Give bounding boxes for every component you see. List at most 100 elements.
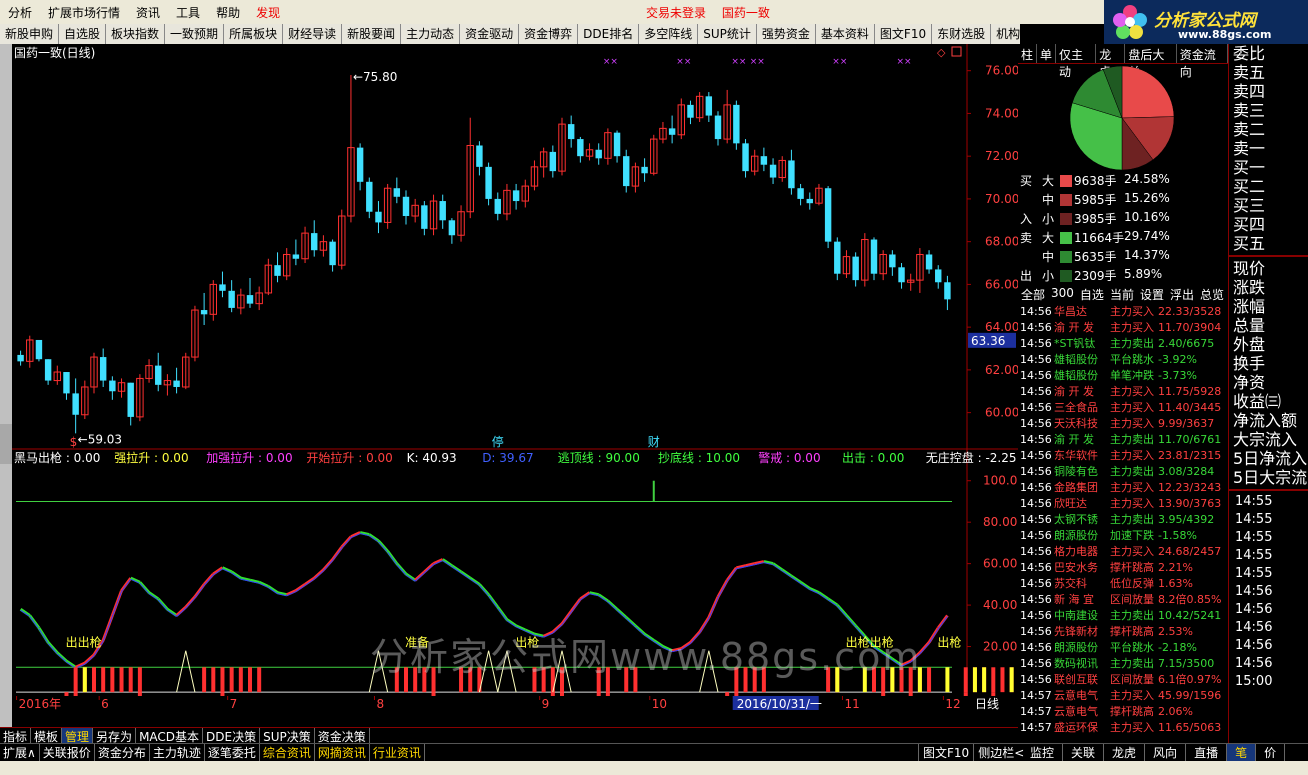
toolbar-button-6[interactable]: 新股要闻 [342, 24, 402, 44]
formula-tab-6[interactable]: SUP决策 [260, 728, 315, 744]
toolbar-button-17[interactable]: 机构席位 [991, 24, 1020, 44]
menu-news[interactable]: 资讯 [128, 4, 168, 21]
trade-row[interactable]: 14:56 三全食品 主力买入 11.40/3445 [1018, 400, 1228, 416]
formula-tab-3[interactable]: 另存为 [93, 728, 137, 744]
event-marker-1[interactable]: 停 [492, 434, 504, 449]
link-right-0[interactable]: 图文F10 [918, 744, 973, 761]
toolbar-button-14[interactable]: 基本资料 [816, 24, 875, 44]
trade-filter-2[interactable]: 自选 [1077, 286, 1107, 304]
formula-tab-7[interactable]: 资金决策 [315, 728, 370, 744]
trade-row[interactable]: 14:56 雄韬股份 平台跳水 -3.92% [1018, 352, 1228, 368]
link-tab-4[interactable]: 逐笔委托 [205, 744, 260, 761]
menu-tools[interactable]: 工具 [168, 4, 208, 21]
trade-row[interactable]: 14:56 数码视讯 主力卖出 7.15/3500 [1018, 656, 1228, 672]
formula-tab-1[interactable]: 模板 [31, 728, 63, 744]
trade-row[interactable]: 14:56 *ST钒钛 主力卖出 2.40/6675 [1018, 336, 1228, 352]
monitor-tab-6[interactable]: 价 [1256, 744, 1286, 761]
fund-tab-4[interactable]: 盘后大单 [1125, 44, 1177, 79]
trade-row[interactable]: 14:56 先锋新材 撑杆跳高 2.53% [1018, 624, 1228, 640]
toolbar-button-15[interactable]: 图文F10 [875, 24, 933, 44]
chart-option-icon[interactable]: ◇ [937, 46, 946, 59]
monitor-tab-0[interactable]: 监控 [1022, 744, 1064, 761]
toolbar-button-0[interactable]: 新股申购 [0, 24, 60, 44]
link-tab-1[interactable]: 关联报价 [40, 744, 95, 761]
toolbar-button-16[interactable]: 东财选股 [932, 24, 992, 44]
trade-row[interactable]: 14:56 联创互联 区间放量 6.1倍0.97% [1018, 672, 1228, 688]
trade-row[interactable]: 14:56 朗源股份 平台跳水 -2.18% [1018, 640, 1228, 656]
monitor-tab-4[interactable]: 直播 [1186, 744, 1228, 761]
link-tab-2[interactable]: 资金分布 [95, 744, 150, 761]
info-mine-marker[interactable]: ×× [750, 57, 765, 67]
trade-row[interactable]: 14:56 渝 开 发 主力买入 11.75/5928 [1018, 384, 1228, 400]
menu-ext-market[interactable]: 扩展市场行情 [40, 4, 128, 21]
fund-tab-1[interactable]: 单 [1037, 44, 1057, 63]
trade-row[interactable]: 14:57 云意电气 主力买入 45.99/1596 [1018, 688, 1228, 704]
trade-row[interactable]: 14:56 中南建设 主力卖出 10.42/5241 [1018, 608, 1228, 624]
toolbar-button-1[interactable]: 自选股 [59, 24, 107, 44]
event-marker-0[interactable]: $ [70, 435, 78, 449]
link-tab-3[interactable]: 主力轨迹 [150, 744, 205, 761]
event-marker-2[interactable]: 财 [648, 435, 660, 449]
left-scrollbar[interactable] [0, 44, 12, 744]
info-mine-marker[interactable]: ×× [731, 57, 746, 67]
trade-row[interactable]: 14:57 云意电气 撑杆跳高 2.06% [1018, 704, 1228, 720]
link-tab-7[interactable]: 行业资讯 [370, 744, 425, 761]
trade-row[interactable]: 14:56 金路集团 主力买入 12.23/3243 [1018, 480, 1228, 496]
info-mine-marker[interactable]: ×× [676, 57, 691, 67]
menu-help[interactable]: 帮助 [208, 4, 248, 21]
toolbar-button-7[interactable]: 主力动态 [401, 24, 461, 44]
stock-chart[interactable]: 国药一致(日线)76.0074.0072.0070.0068.0066.0064… [12, 44, 1170, 725]
formula-tab-2[interactable]: 管理 [62, 728, 94, 744]
toolbar-button-5[interactable]: 财经导读 [283, 24, 343, 44]
menu-discover[interactable]: 发现 [248, 4, 288, 21]
chart-area[interactable]: 国药一致(日线) 76.00 74.00 72.00 70.00 68.00 66.00 64… [12, 44, 1170, 725]
trade-filter-6[interactable]: 总览 [1197, 286, 1227, 304]
info-mine-marker[interactable]: ×× [832, 57, 847, 67]
toolbar-button-10[interactable]: DDE排名 [578, 24, 640, 44]
info-mine-marker[interactable]: ×× [897, 57, 912, 67]
trade-filter-3[interactable]: 当前 [1107, 286, 1137, 304]
trade-row[interactable]: 14:56 东华软件 主力买入 23.81/2315 [1018, 448, 1228, 464]
link-tab-0[interactable]: 扩展∧ [0, 744, 40, 761]
fund-tab-0[interactable]: 柱 [1018, 44, 1038, 63]
trade-row[interactable]: 14:56 渝 开 发 主力买入 11.70/3904 [1018, 320, 1228, 336]
toolbar-button-2[interactable]: 板块指数 [106, 24, 166, 44]
monitor-tab-1[interactable]: 关联 [1063, 744, 1105, 761]
formula-tab-4[interactable]: MACD基本 [136, 728, 204, 744]
toolbar-button-4[interactable]: 所属板块 [224, 24, 284, 44]
link-tab-6[interactable]: 网摘资讯 [315, 744, 370, 761]
trade-filter-5[interactable]: 浮出 [1167, 286, 1197, 304]
trade-row[interactable]: 14:56 苏交科 低位反弹 1.63% [1018, 576, 1228, 592]
formula-tab-5[interactable]: DDE决策 [203, 728, 261, 744]
trade-row[interactable]: 14:56 巴安水务 撑杆跳高 2.21% [1018, 560, 1228, 576]
trade-filter-1[interactable]: 300 [1048, 286, 1077, 304]
info-mine-marker[interactable]: ×× [603, 57, 618, 67]
period-label[interactable]: 日线 [975, 697, 999, 711]
toolbar-button-13[interactable]: 强势资金 [757, 24, 816, 44]
toolbar-button-8[interactable]: 资金驱动 [460, 24, 520, 44]
toolbar-button-3[interactable]: 一致预期 [165, 24, 225, 44]
monitor-tab-2[interactable]: 龙虎 [1104, 744, 1146, 761]
toolbar-button-9[interactable]: 资金博弈 [519, 24, 579, 44]
trade-row[interactable]: 14:56 华昌达 主力买入 22.33/3528 [1018, 304, 1228, 320]
trade-row[interactable]: 14:56 雄韬股份 单笔冲跌 -3.73% [1018, 368, 1228, 384]
fund-tab-3[interactable]: 龙虎 [1096, 44, 1126, 79]
menu-analysis[interactable]: 分析 [0, 4, 40, 21]
trade-row[interactable]: 14:56 铜陵有色 主力卖出 3.08/3284 [1018, 464, 1228, 480]
monitor-tab-5[interactable]: 笔 [1227, 744, 1257, 761]
monitor-tab-3[interactable]: 风向 [1145, 744, 1187, 761]
trade-row[interactable]: 14:56 朗源股份 加速下跌 -1.58% [1018, 528, 1228, 544]
expand-left-icon[interactable] [0, 424, 12, 464]
toolbar-button-11[interactable]: 多空阵线 [639, 24, 699, 44]
trade-row[interactable]: 14:56 天沃科技 主力买入 9.99/3637 [1018, 416, 1228, 432]
fund-tab-5[interactable]: 资金流向 [1177, 44, 1228, 79]
toolbar-button-12[interactable]: SUP统计 [698, 24, 757, 44]
formula-tab-0[interactable]: 指标 [0, 728, 32, 744]
trade-row[interactable]: 14:56 太钢不锈 主力卖出 3.95/4392 [1018, 512, 1228, 528]
trade-row[interactable]: 14:57 盛运环保 主力买入 11.65/5063 [1018, 720, 1228, 736]
trade-row[interactable]: 14:56 新 海 宜 区间放量 8.2倍0.85% [1018, 592, 1228, 608]
trade-row[interactable]: 14:56 渝 开 发 主力卖出 11.70/6761 [1018, 432, 1228, 448]
maximize-icon[interactable] [951, 46, 962, 57]
trade-filter-4[interactable]: 设置 [1137, 286, 1167, 304]
trade-filter-0[interactable]: 全部 [1018, 286, 1048, 304]
